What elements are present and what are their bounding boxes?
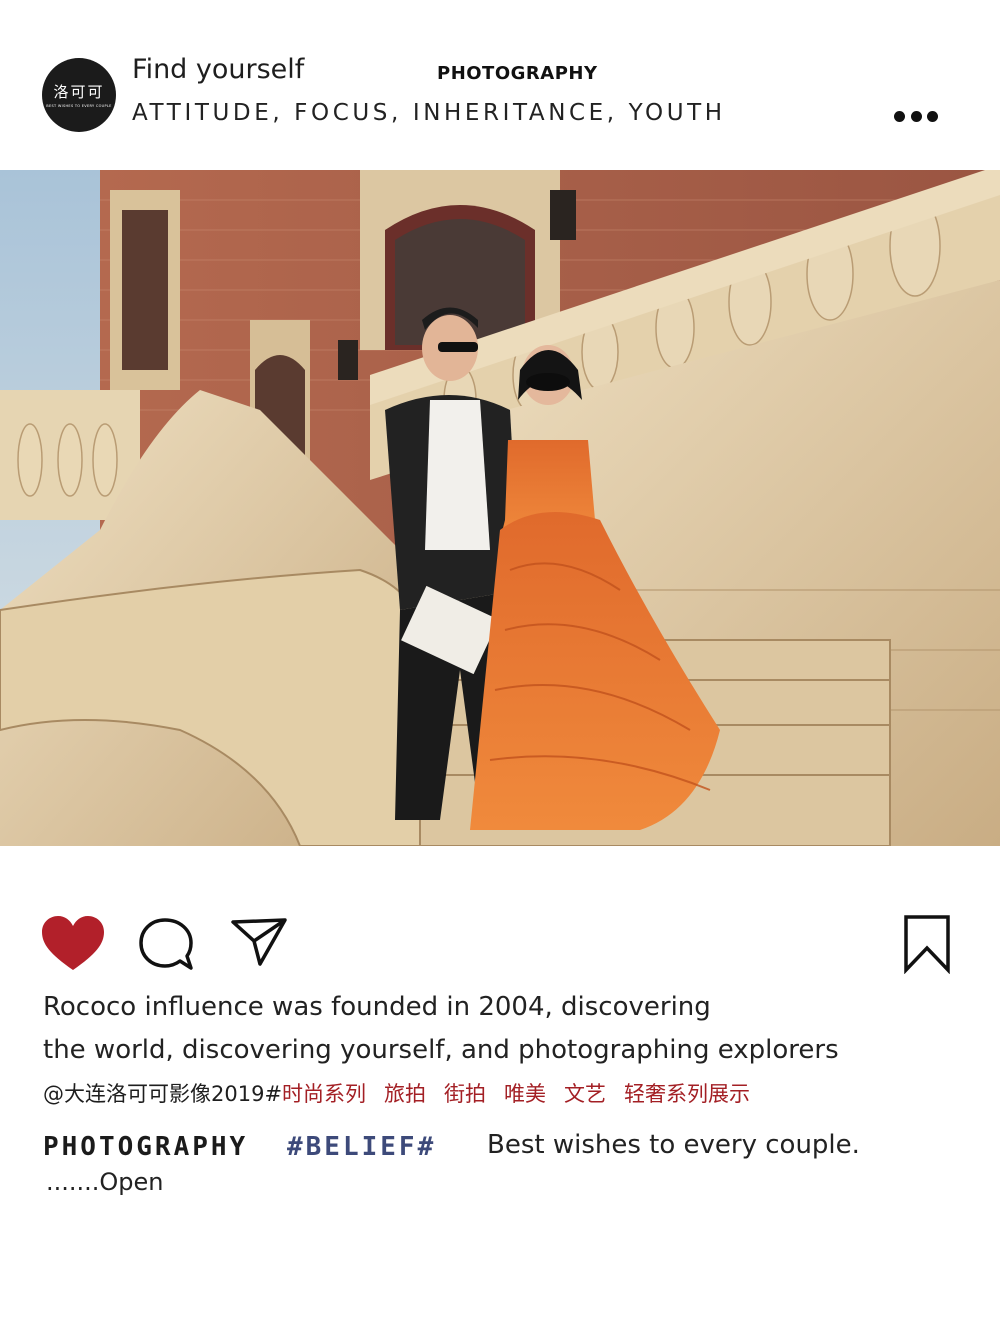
comment-bubble-icon[interactable] bbox=[138, 917, 196, 973]
post-actions bbox=[0, 900, 1000, 990]
brand-label: PHOTOGRAPHY bbox=[437, 63, 598, 84]
avatar[interactable]: 洛可可 BEST WISHES TO EVERY COUPLE bbox=[42, 58, 116, 132]
footer-row: PHOTOGRAPHY #BELIEF# Best wishes to ever… bbox=[43, 1130, 973, 1170]
dot bbox=[927, 110, 938, 122]
paper-plane-icon[interactable] bbox=[230, 917, 288, 967]
caption-line: the world, discovering yourself, and pho… bbox=[43, 1035, 839, 1065]
heart-icon[interactable] bbox=[42, 916, 104, 972]
avatar-subtitle: BEST WISHES TO EVERY COUPLE bbox=[46, 103, 112, 108]
tagline: ATTITUDE, FOCUS, INHERITANCE, YOUTH bbox=[132, 100, 726, 126]
hashtag[interactable]: 旅拍 bbox=[384, 1082, 426, 1106]
account-handle[interactable]: @大连洛可可影像2019# bbox=[43, 1082, 282, 1106]
hashtag[interactable]: 街拍 bbox=[444, 1082, 486, 1106]
hashtag-row: @大连洛可可影像2019#时尚系列 旅拍 街拍 唯美 文艺 轻奢系列展示 bbox=[43, 1078, 768, 1108]
hashtag[interactable]: 时尚系列 bbox=[282, 1082, 366, 1106]
post-photo[interactable] bbox=[0, 170, 1000, 846]
post-header: 洛可可 BEST WISHES TO EVERY COUPLE Find you… bbox=[0, 0, 1000, 170]
footer-photography-label: PHOTOGRAPHY bbox=[43, 1132, 249, 1162]
caption-line: Rococo influence was founded in 2004, di… bbox=[43, 992, 711, 1022]
belief-hashtag[interactable]: #BELIEF# bbox=[287, 1132, 436, 1162]
post-caption: Rococo influence was founded in 2004, di… bbox=[43, 986, 963, 1072]
open-more-link[interactable]: .......Open bbox=[46, 1168, 164, 1196]
more-options-icon[interactable] bbox=[894, 107, 938, 125]
hashtag[interactable]: 轻奢系列展示 bbox=[624, 1082, 750, 1106]
hashtag[interactable]: 文艺 bbox=[564, 1082, 606, 1106]
photo-illustration bbox=[0, 170, 1000, 846]
find-yourself-title: Find yourself bbox=[132, 54, 305, 85]
bookmark-icon[interactable] bbox=[903, 914, 951, 974]
hashtag[interactable]: 唯美 bbox=[504, 1082, 546, 1106]
avatar-title: 洛可可 bbox=[53, 82, 105, 101]
dot bbox=[894, 110, 905, 122]
dot bbox=[910, 110, 922, 122]
wishes-text: Best wishes to every couple. bbox=[487, 1130, 860, 1160]
